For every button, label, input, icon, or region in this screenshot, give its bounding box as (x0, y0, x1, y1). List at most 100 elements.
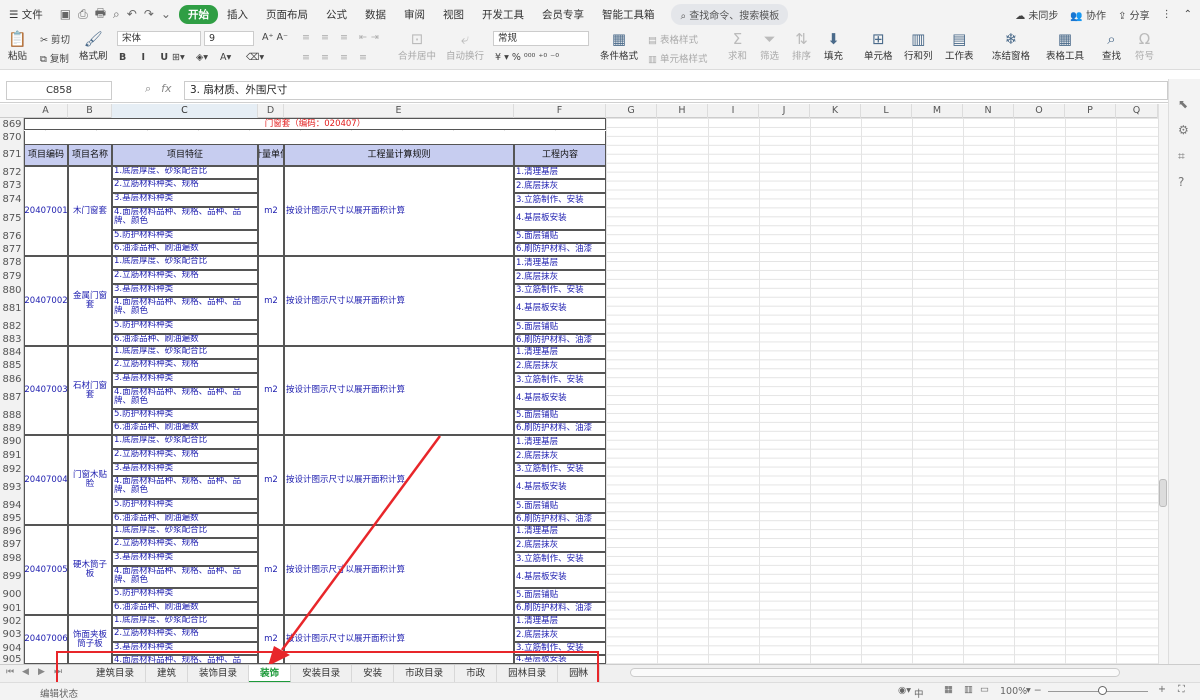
item-name[interactable]: 石材门窗套 (68, 346, 112, 435)
collab-button[interactable]: 👥 协作 (1070, 7, 1106, 22)
zoom-out-icon[interactable]: ▾ − (1026, 685, 1042, 696)
feature-cell[interactable]: 6.油漆品种、刷油遍数 (112, 334, 258, 346)
item-name[interactable]: 硬木筒子板 (68, 525, 112, 615)
help-icon[interactable]: ? (1178, 175, 1184, 189)
number-format-select[interactable]: 常规 (493, 31, 589, 46)
feature-cell[interactable]: 2.立筋材料种类、规格 (112, 628, 258, 642)
share-button[interactable]: ⇪ 分享 (1118, 7, 1150, 22)
row-header[interactable]: 894 (0, 499, 24, 513)
tab-member[interactable]: 会员专享 (533, 7, 593, 22)
work-cell[interactable]: 4.基层板安装 (514, 655, 606, 664)
sheet-tab[interactable]: 建筑目录 (85, 665, 147, 683)
row-header[interactable]: 895 (0, 513, 24, 525)
fill-color-icon[interactable]: ◈▾ (196, 52, 208, 63)
row-header[interactable]: 881 (0, 297, 24, 320)
add-sheet-icon[interactable]: + (574, 665, 585, 680)
row-header[interactable]: 883 (0, 334, 24, 346)
work-cell[interactable]: 6.刷防护材料、油漆 (514, 243, 606, 256)
chevron-down-icon[interactable]: ⌄ (161, 7, 171, 21)
header-rule[interactable]: 工程量计算规则 (284, 144, 514, 166)
feature-cell[interactable]: 4.面层材料品种、规格、品种、品牌、颜色 (112, 207, 258, 230)
fill-button[interactable]: ⬇ 填充 (824, 30, 843, 62)
sort-button[interactable]: ⇅ 排序 (792, 30, 811, 62)
vertical-scrollbar[interactable] (1158, 104, 1168, 664)
sheet-tab[interactable]: 园林目录 (497, 665, 559, 683)
item-code[interactable]: 20407003 (24, 346, 68, 435)
feature-cell[interactable]: 2.立筋材料种类、规格 (112, 359, 258, 373)
feature-cell[interactable]: 1.底层厚度、砂浆配合比 (112, 166, 258, 179)
horizontal-scrollbar[interactable] (630, 668, 1120, 677)
item-rule-cell[interactable]: 按设计图示尺寸以展开面积计算 (284, 435, 514, 525)
work-cell[interactable]: 1.清理基层 (514, 525, 606, 538)
merge-center-button[interactable]: ⊡ 合并居中 (398, 30, 436, 62)
row-header[interactable]: 886 (0, 373, 24, 387)
clear-format-icon[interactable]: ⌫▾ (246, 52, 264, 63)
feature-cell[interactable]: 4.面层材料品种、规格、品种、品牌、颜色 (112, 566, 258, 588)
fullscreen-icon[interactable]: ⛶ (1178, 684, 1185, 695)
row-header[interactable]: 874 (0, 193, 24, 207)
row-header[interactable]: 891 (0, 449, 24, 463)
work-cell[interactable]: 6.刷防护材料、油漆 (514, 513, 606, 525)
work-cell[interactable]: 4.基层板安装 (514, 387, 606, 409)
feature-cell[interactable]: 3.基层材料种类 (112, 463, 258, 476)
filter-button[interactable]: ⏷ 筛选 (760, 30, 779, 62)
file-menu[interactable]: ☰ 文件 (0, 7, 52, 22)
feature-cell[interactable]: 6.油漆品种、刷油遍数 (112, 513, 258, 525)
border-icon[interactable]: ⊞▾ (172, 52, 185, 63)
print-preview-icon[interactable]: ⌕ (113, 7, 120, 22)
work-cell[interactable]: 2.底层抹灰 (514, 270, 606, 284)
wrap-text-button[interactable]: ⤶ 自动换行 (446, 30, 484, 62)
row-header[interactable]: 888 (0, 409, 24, 422)
sync-status[interactable]: ☁ 未同步 (1015, 7, 1058, 22)
item-unit[interactable]: m2 (258, 256, 284, 346)
item-rule-cell[interactable]: 按设计图示尺寸以展开面积计算 (284, 615, 514, 664)
feature-cell[interactable]: 5.防护材料种类 (112, 409, 258, 422)
item-name[interactable]: 饰面夹板筒子板 (68, 615, 112, 664)
item-unit[interactable]: m2 (258, 435, 284, 525)
column-header[interactable]: P (1065, 104, 1116, 118)
row-header[interactable]: 880 (0, 284, 24, 297)
print-icon[interactable]: 🖶 (95, 4, 106, 25)
sheet-tab[interactable]: 安装 (352, 665, 395, 683)
tab-formulas[interactable]: 公式 (317, 7, 356, 22)
row-header[interactable]: 890 (0, 435, 24, 449)
export-pdf-icon[interactable]: ⎙ (78, 7, 88, 22)
next-sheet-icon[interactable]: ▶ (38, 667, 45, 677)
normal-view-icon[interactable]: ▦ (944, 684, 953, 695)
row-header[interactable]: 889 (0, 422, 24, 435)
row-header[interactable]: 900 (0, 588, 24, 602)
column-header[interactable]: F (514, 104, 606, 118)
font-style-buttons[interactable]: B I U (119, 52, 174, 63)
row-header[interactable]: 893 (0, 476, 24, 499)
work-cell[interactable]: 3.立筋制作、安装 (514, 284, 606, 297)
item-code[interactable]: 20407005 (24, 525, 68, 615)
item-unit[interactable]: m2 (258, 615, 284, 664)
item-rule-cell[interactable]: 按设计图示尺寸以展开面积计算 (284, 525, 514, 615)
number-format-icons[interactable]: ¥ ▾ % ⁰⁰⁰ ⁺⁰ ⁻⁰ (495, 52, 559, 63)
feature-cell[interactable]: 3.基层材料种类 (112, 193, 258, 207)
feature-cell[interactable]: 6.油漆品种、刷油遍数 (112, 243, 258, 256)
work-cell[interactable]: 5.面层铺贴 (514, 588, 606, 602)
work-cell[interactable]: 1.清理基层 (514, 166, 606, 179)
item-name[interactable]: 木门窗套 (68, 166, 112, 256)
command-search[interactable]: ⌕ 查找命令、搜索模板 (671, 3, 789, 25)
work-cell[interactable]: 3.立筋制作、安装 (514, 463, 606, 476)
feature-cell[interactable]: 2.立筋材料种类、规格 (112, 449, 258, 463)
format-painter-button[interactable]: 🖌 格式刷 (79, 30, 108, 62)
item-code[interactable]: 20407004 (24, 435, 68, 525)
feature-cell[interactable]: 5.防护材料种类 (112, 230, 258, 243)
work-cell[interactable]: 2.底层抹灰 (514, 449, 606, 463)
table-style-button[interactable]: ▤ 表格样式 (648, 32, 698, 46)
row-header[interactable]: 892 (0, 463, 24, 476)
item-code[interactable]: 20407006 (24, 615, 68, 664)
font-size-select[interactable]: 9 (204, 31, 254, 46)
eye-icon[interactable]: ◉▾ (898, 685, 911, 696)
item-code[interactable]: 20407001 (24, 166, 68, 256)
feature-cell[interactable]: 6.油漆品种、刷油遍数 (112, 602, 258, 615)
row-header[interactable]: 897 (0, 538, 24, 552)
feature-cell[interactable]: 4.面层材料品种、规格、品种、品牌、颜色 (112, 655, 258, 664)
column-header[interactable]: I (708, 104, 759, 118)
item-rule-cell[interactable]: 按设计图示尺寸以展开面积计算 (284, 346, 514, 435)
input-language[interactable]: 中 (914, 686, 924, 700)
worksheet-button[interactable]: ▤ 工作表 (945, 30, 974, 62)
